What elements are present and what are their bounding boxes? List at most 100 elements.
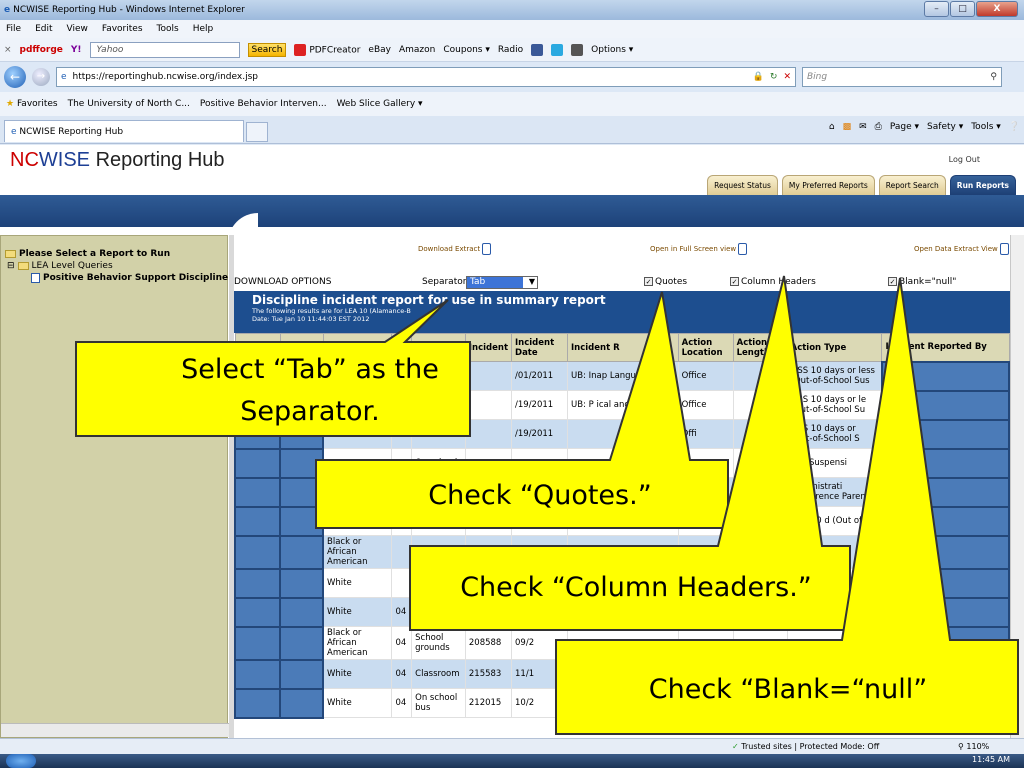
menu-help[interactable]: Help [193, 24, 214, 34]
column-header[interactable]: Incident [464, 333, 513, 362]
mail-icon[interactable]: ✉ [859, 122, 867, 132]
table-cell [880, 389, 1010, 421]
quotes-option[interactable]: ✓ Quotes [644, 277, 687, 287]
menu-edit[interactable]: Edit [35, 24, 52, 34]
tab-report-search[interactable]: Report Search [878, 175, 946, 195]
tools-menu[interactable]: Tools ▾ [971, 122, 1001, 132]
column-header[interactable]: Incident Date [511, 333, 569, 362]
separator-select[interactable]: Tab ▼ [466, 276, 538, 289]
table-row[interactable]: White 04 Classroom 215583 11/1 [234, 658, 1010, 690]
table-cell [279, 476, 324, 508]
facebook-icon[interactable] [531, 43, 544, 56]
table-row[interactable]: White [234, 567, 1010, 599]
feeds-icon[interactable]: ▩ [843, 122, 852, 132]
column-header[interactable]: Ethnic [322, 333, 393, 362]
table-cell: 208087 [464, 506, 513, 536]
column-header[interactable]: Action Length [732, 333, 788, 362]
print-icon[interactable]: ⎙ [875, 122, 882, 132]
table-row[interactable]: Black or African American [234, 534, 1010, 570]
table-row[interactable]: American 04 grounds 208087 09/28/2011 UB: Fig… [234, 505, 1010, 537]
horizontal-scrollbar[interactable] [1, 723, 229, 737]
tree-report-item[interactable]: Positive Behavior Support Discipline Re [5, 272, 244, 284]
bing-search-input[interactable]: Bing ⚲ [802, 67, 1002, 87]
column-header[interactable]: Home [279, 333, 324, 362]
full-screen-link[interactable]: Open in Full Screen view [650, 243, 748, 255]
ebay-button[interactable]: eBay [368, 45, 391, 55]
home-icon[interactable]: ⌂ [829, 122, 835, 132]
column-headers-checkbox[interactable]: ✓ [730, 277, 739, 286]
menu-file[interactable]: File [6, 24, 21, 34]
table-row[interactable]: /19/2011 UB: P ical and Office OSS 10 days … [234, 389, 1010, 421]
column-header[interactable]: Incident Reported By [881, 333, 1010, 362]
favorite-link-unc[interactable]: The University of North C... [68, 99, 190, 109]
ie-icon: e [4, 5, 11, 15]
stop-icon[interactable]: ✕ [783, 72, 791, 82]
table-row[interactable]: Administrati Conference Parent [234, 476, 1010, 508]
close-button[interactable]: X [976, 1, 1018, 17]
yahoo-search-input[interactable]: Yahoo [89, 41, 240, 58]
radio-button[interactable]: Radio [498, 45, 523, 55]
page-menu[interactable]: Page ▾ [890, 122, 919, 132]
table-cell [786, 597, 883, 627]
tab-run-reports[interactable]: Run Reports [949, 175, 1016, 195]
report-header: Discipline incident report for use in su… [234, 291, 1010, 333]
amazon-button[interactable]: Amazon [399, 45, 435, 55]
tree-root[interactable]: Please Select a Report to Run [5, 248, 244, 260]
column-header[interactable]: Discipline [411, 333, 466, 362]
column-header[interactable]: Student [234, 333, 281, 362]
table-cell [732, 506, 788, 536]
search-button[interactable]: Search [247, 42, 287, 57]
menu-tools[interactable]: Tools [157, 24, 179, 34]
blank-null-checkbox[interactable]: ✓ [888, 277, 897, 286]
table-cell [732, 568, 788, 598]
twitter-icon[interactable] [551, 43, 564, 56]
maximize-button[interactable]: □ [950, 1, 975, 17]
coupons-button[interactable]: Coupons ▾ [443, 45, 490, 55]
start-button[interactable] [6, 754, 36, 768]
column-header[interactable]: Action Location [677, 333, 734, 362]
table-row[interactable]: White 04 Gym 208540 UB: Fighting [234, 596, 1010, 628]
search-icon[interactable]: ⚲ [990, 72, 997, 82]
new-tab-button[interactable] [246, 122, 268, 142]
forward-button[interactable]: → [32, 68, 50, 86]
help-icon[interactable]: ❔ [1009, 122, 1020, 132]
header-band [0, 195, 1024, 227]
pdfcreator-button[interactable]: PDFCreator [294, 43, 360, 56]
favorite-link-webslice[interactable]: Web Slice Gallery ▾ [337, 99, 423, 109]
data-extract-link[interactable]: Open Data Extract View [914, 243, 1010, 255]
options-button[interactable]: Options ▾ [591, 45, 633, 55]
column-headers-option[interactable]: ✓ Column Headers [730, 277, 816, 287]
safety-menu[interactable]: Safety ▾ [927, 122, 963, 132]
refresh-icon[interactable]: ↻ [770, 72, 778, 82]
menu-view[interactable]: View [67, 24, 88, 34]
column-header[interactable] [391, 333, 413, 362]
news-icon[interactable] [571, 43, 584, 56]
table-row[interactable]: Black or African American 04 School ground… [234, 625, 1010, 661]
table-cell [464, 568, 513, 598]
lock-icon[interactable]: 🔒 [753, 72, 764, 82]
blank-null-option[interactable]: ✓ Blank="null" [888, 277, 956, 287]
menu-favorites[interactable]: Favorites [102, 24, 143, 34]
tab-ncwise[interactable]: e NCWISE Reporting Hub [4, 120, 244, 142]
column-header[interactable]: Incident R [567, 333, 679, 362]
table-row[interactable]: White 04 On school bus 212015 10/2 [234, 687, 1010, 719]
column-header[interactable]: Action Type [786, 333, 883, 362]
minimize-button[interactable]: – [924, 1, 949, 17]
tab-my-preferred-reports[interactable]: My Preferred Reports [781, 175, 875, 195]
table-row[interactable]: /01/2011 UB: Inap Langua Office OSS 10 days… [234, 360, 1010, 392]
vertical-scrollbar[interactable] [1010, 235, 1024, 738]
table-row[interactable]: American/19/2011 Offi OSS 10 days or (Out-… [234, 418, 1010, 450]
tab-request-status[interactable]: Request Status [707, 175, 778, 195]
tree-group[interactable]: ⊟ LEA Level Queries [5, 260, 244, 272]
back-button[interactable]: ← [4, 66, 26, 88]
download-extract-link[interactable]: Download Extract [418, 243, 492, 255]
favorites-label: Favorites [16, 99, 58, 109]
favorites-button[interactable]: ★ Favorites [6, 99, 58, 109]
favorite-link-pbis[interactable]: Positive Behavior Interven... [200, 99, 327, 109]
url-field[interactable]: e https://reportinghub.ncwise.org/index.… [56, 67, 796, 87]
quotes-checkbox[interactable]: ✓ [644, 277, 653, 286]
zoom-level[interactable]: ⚲ 110% [958, 742, 989, 751]
close-toolbar-icon[interactable]: × [4, 45, 12, 55]
logout-link[interactable]: Log Out [949, 155, 980, 164]
table-row[interactable]: On school Bus Suspensi [234, 447, 1010, 479]
